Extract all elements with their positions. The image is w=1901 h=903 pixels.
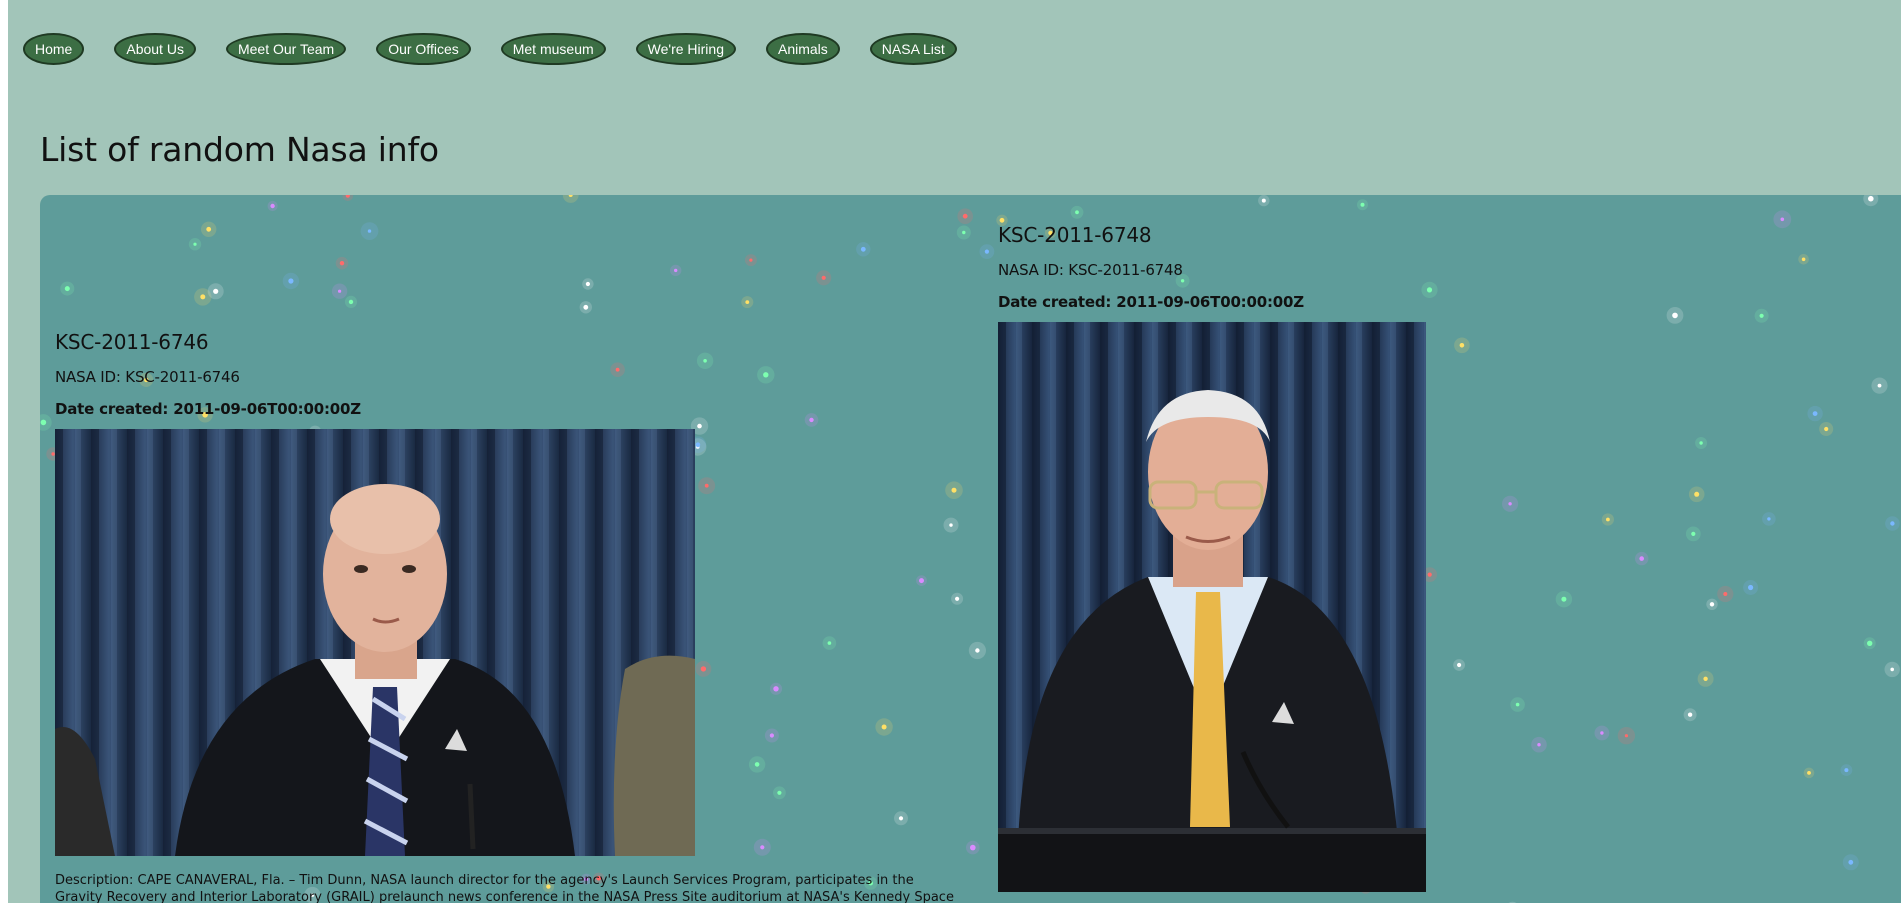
card-title: KSC-2011-6746 (55, 330, 209, 354)
top-nav: Home About Us Meet Our Team Our Offices … (23, 32, 957, 66)
card-description: Description: CAPE CANAVERAL, Fla. – Tim … (55, 873, 954, 903)
card-photo (998, 322, 1426, 892)
nav-meet-our-team[interactable]: Meet Our Team (225, 33, 347, 65)
nav-nasa-list[interactable]: NASA List (869, 33, 957, 65)
card-photo (55, 429, 695, 856)
nav-about-us[interactable]: About Us (114, 33, 196, 65)
card-title: KSC-2011-6748 (998, 223, 1152, 247)
nav-home[interactable]: Home (23, 33, 85, 65)
page: Home About Us Meet Our Team Our Offices … (8, 0, 1901, 903)
card-date-created: Date created: 2011-09-06T00:00:00Z (998, 293, 1304, 311)
portrait-photo-icon (55, 429, 695, 856)
nasa-card-2: KSC-2011-6748 NASA ID: KSC-2011-6748 Dat… (998, 223, 1426, 892)
nasa-list-panel: KSC-2011-6746 NASA ID: KSC-2011-6746 Dat… (40, 195, 1901, 903)
nav-animals[interactable]: Animals (765, 33, 840, 65)
page-title: List of random Nasa info (40, 130, 439, 169)
nav-our-offices[interactable]: Our Offices (376, 33, 471, 65)
card-nasa-id: NASA ID: KSC-2011-6746 (55, 368, 240, 386)
card-nasa-id: NASA ID: KSC-2011-6748 (998, 261, 1183, 279)
nav-were-hiring[interactable]: We're Hiring (635, 33, 736, 65)
nav-met-museum[interactable]: Met museum (500, 33, 606, 65)
nasa-card-1: KSC-2011-6746 NASA ID: KSC-2011-6746 Dat… (55, 330, 960, 903)
card-date-created: Date created: 2011-09-06T00:00:00Z (55, 400, 361, 418)
portrait-photo-icon (998, 322, 1426, 892)
